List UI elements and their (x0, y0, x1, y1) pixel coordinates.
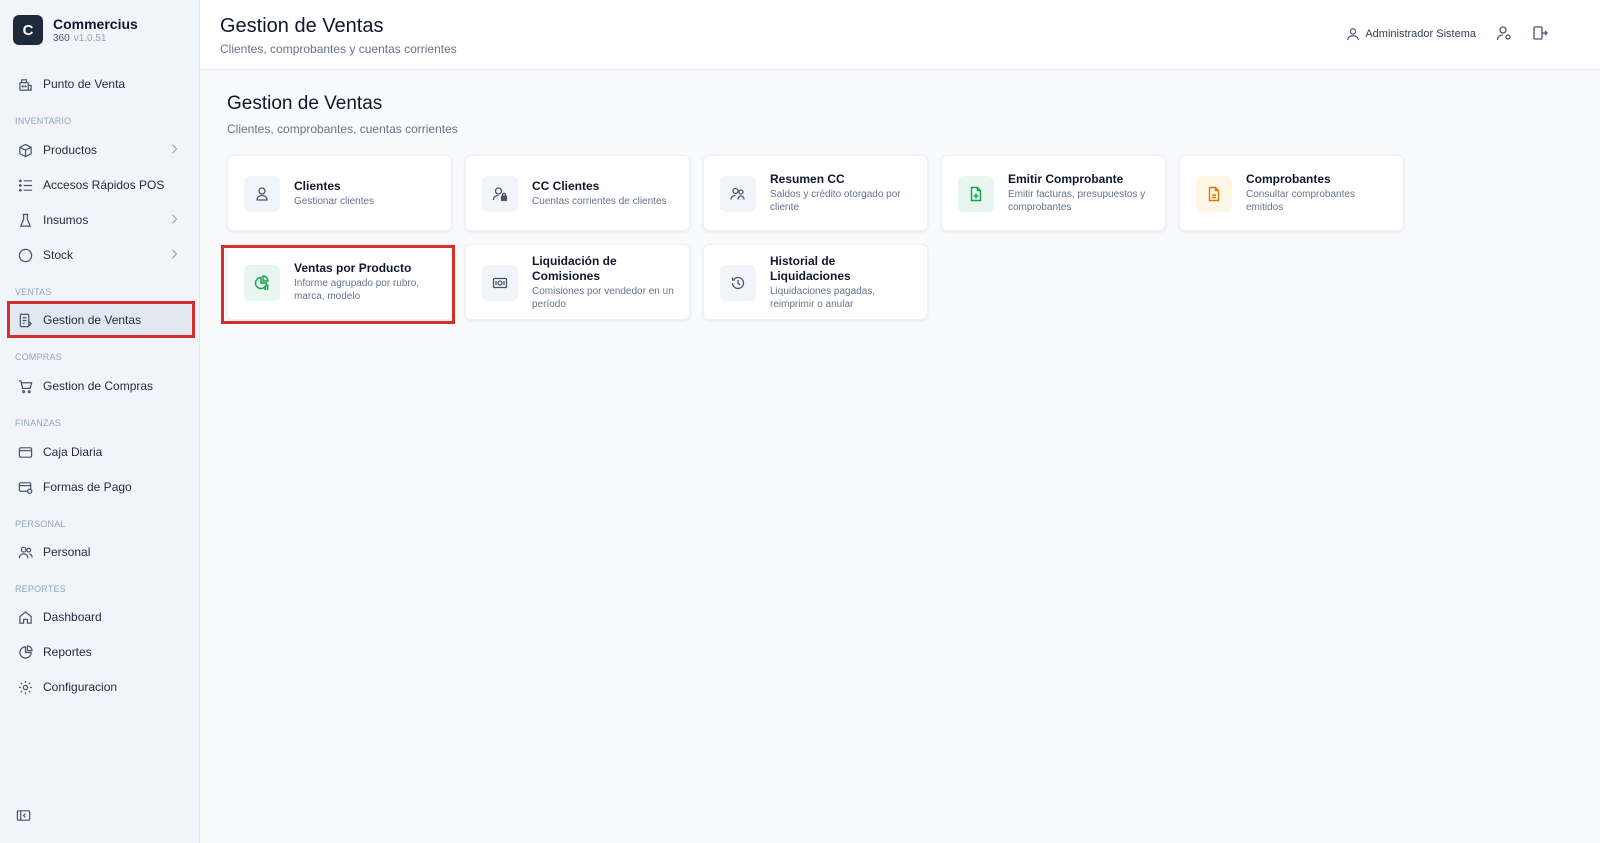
file-plus-icon (958, 176, 994, 212)
card-description: Consultar comprobantes emitidos (1246, 189, 1355, 213)
card-title: Resumen CC (770, 172, 845, 186)
section-finanzas: FINANZAS (15, 418, 62, 428)
header-subtitle: Clientes, comprobantes y cuentas corrien… (220, 42, 457, 56)
sidebar-item-label: Productos (43, 143, 98, 157)
card-description: Cuentas corrientes de clientes (532, 195, 667, 207)
pos-icon (17, 76, 33, 92)
sidebar-item-gestion-ventas[interactable]: Gestion de Ventas (8, 304, 193, 336)
chevron-right-icon (167, 142, 181, 158)
card-description: Saldos y crédito otorgado por cliente (770, 189, 901, 213)
brand-name: Commercius (53, 15, 138, 32)
card-resumen-cc[interactable]: Resumen CC Saldos y crédito otorgado por… (703, 155, 928, 231)
receipt-icon (17, 312, 33, 328)
card-title: Ventas por Producto (294, 261, 412, 275)
wallet-icon (17, 444, 33, 460)
brand-sub: 360 (53, 32, 70, 44)
card-description: Informe agrupado por rubro, marca, model… (294, 278, 420, 302)
logout-icon[interactable] (1532, 25, 1550, 43)
flask-icon (17, 212, 33, 228)
card-description: Gestionar clientes (294, 195, 375, 207)
sidebar-item-stock[interactable]: Stock (8, 239, 193, 271)
sidebar-item-accesos-rapidos[interactable]: Accesos Rápidos POS (8, 169, 193, 201)
section-compras: COMPRAS (15, 352, 62, 362)
sidebar-item-configuracion[interactable]: Configuracion (8, 671, 193, 703)
card-cc-clientes[interactable]: CC Clientes Cuentas corrientes de client… (465, 155, 690, 231)
brand-version: v1.0.51 (73, 32, 107, 44)
sidebar-item-label: Gestion de Compras (43, 379, 154, 393)
user-icon (1346, 27, 1360, 41)
card-title: CC Clientes (532, 178, 600, 193)
card-clientes[interactable]: Clientes Gestionar clientes (227, 155, 452, 231)
brand: C Commercius 360 v1.0.51 (13, 15, 138, 45)
sidebar-item-formas-de-pago[interactable]: Formas de Pago (8, 471, 193, 503)
sidebar-collapse-icon[interactable] (16, 808, 32, 824)
report-icon (17, 644, 33, 660)
circle-icon (17, 247, 33, 263)
card-historial-liquidaciones[interactable]: Historial de Liquidaciones Liquidaciones… (703, 244, 928, 320)
home-icon (17, 609, 33, 625)
section-reportes: REPORTES (15, 584, 66, 594)
sidebar-item-productos[interactable]: Productos (8, 134, 193, 166)
chart-pie-icon (244, 265, 280, 301)
brand-logo: C (13, 15, 43, 45)
card-settings-icon (17, 479, 33, 495)
user-lock-icon (482, 176, 518, 212)
chevron-right-icon (167, 212, 181, 228)
page-subtitle: Clientes, comprobantes, cuentas corrient… (227, 122, 458, 136)
sidebar-item-label: Insumos (43, 213, 89, 227)
sidebar-item-label: Punto de Venta (43, 77, 126, 91)
sidebar-item-label: Accesos Rápidos POS (43, 178, 165, 192)
sidebar-item-label: Gestion de Ventas (43, 313, 142, 327)
money-icon (482, 265, 518, 301)
file-icon (1196, 176, 1232, 212)
sidebar-item-reportes[interactable]: Reportes (8, 636, 193, 668)
section-ventas: VENTAS (15, 287, 52, 297)
sidebar-item-label: Configuracion (43, 680, 118, 694)
users-icon (17, 544, 33, 560)
list-icon (17, 177, 33, 193)
card-description: Comisiones por vendedor en un período (532, 285, 674, 310)
top-header: Gestion de Ventas Clientes, comprobantes… (200, 0, 1600, 70)
sidebar-item-label: Stock (43, 248, 74, 262)
chevron-right-icon (167, 247, 181, 263)
card-emitir-comprobante[interactable]: Emitir Comprobante Emitir facturas, pres… (941, 155, 1166, 231)
sidebar-item-label: Personal (43, 545, 91, 559)
sidebar-item-label: Formas de Pago (43, 480, 132, 494)
sidebar-item-punto-de-venta[interactable]: Punto de Venta (8, 68, 193, 100)
card-comprobantes[interactable]: Comprobantes Consultar comprobantes emit… (1179, 155, 1404, 231)
card-title: Liquidación de Comisiones (532, 253, 617, 283)
page-title: Gestion de Ventas (227, 93, 383, 114)
gear-icon (17, 679, 33, 695)
card-title: Emitir Comprobante (1008, 172, 1124, 186)
user-settings-icon[interactable] (1496, 25, 1514, 43)
sidebar-item-label: Reportes (43, 645, 92, 659)
card-title: Clientes (294, 178, 341, 193)
sidebar-item-dashboard[interactable]: Dashboard (8, 601, 193, 633)
history-icon (720, 265, 756, 301)
cart-icon (17, 378, 33, 394)
sidebar-item-gestion-compras[interactable]: Gestion de Compras (8, 370, 193, 402)
card-title: Historial de Liquidaciones (770, 253, 851, 283)
sidebar-item-label: Dashboard (43, 610, 102, 624)
header-title: Gestion de Ventas (220, 15, 384, 37)
section-inventario: INVENTARIO (15, 116, 72, 126)
sidebar-item-insumos[interactable]: Insumos (8, 204, 193, 236)
sidebar-item-label: Caja Diaria (43, 445, 103, 459)
users-icon (720, 176, 756, 212)
user-icon (244, 176, 280, 212)
card-title: Comprobantes (1246, 172, 1331, 186)
sidebar-item-personal[interactable]: Personal (8, 536, 193, 568)
card-ventas-por-producto[interactable]: Ventas por Producto Informe agrupado por… (227, 244, 452, 320)
card-liquidacion-comisiones[interactable]: Liquidación de Comisiones Comisiones por… (465, 244, 690, 320)
sidebar-item-caja-diaria[interactable]: Caja Diaria (8, 436, 193, 468)
card-description: Emitir facturas, presupuestos y comproba… (1008, 189, 1146, 213)
sidebar: C Commercius 360 v1.0.51 Punto de Venta I… (0, 0, 200, 843)
box-icon (17, 142, 33, 158)
user-name: Administrador Sistema (1365, 28, 1476, 40)
card-description: Liquidaciones pagadas, reimprimir o anul… (770, 285, 876, 310)
section-personal: PERSONAL (15, 519, 66, 529)
user-menu[interactable]: Administrador Sistema (1346, 27, 1476, 41)
